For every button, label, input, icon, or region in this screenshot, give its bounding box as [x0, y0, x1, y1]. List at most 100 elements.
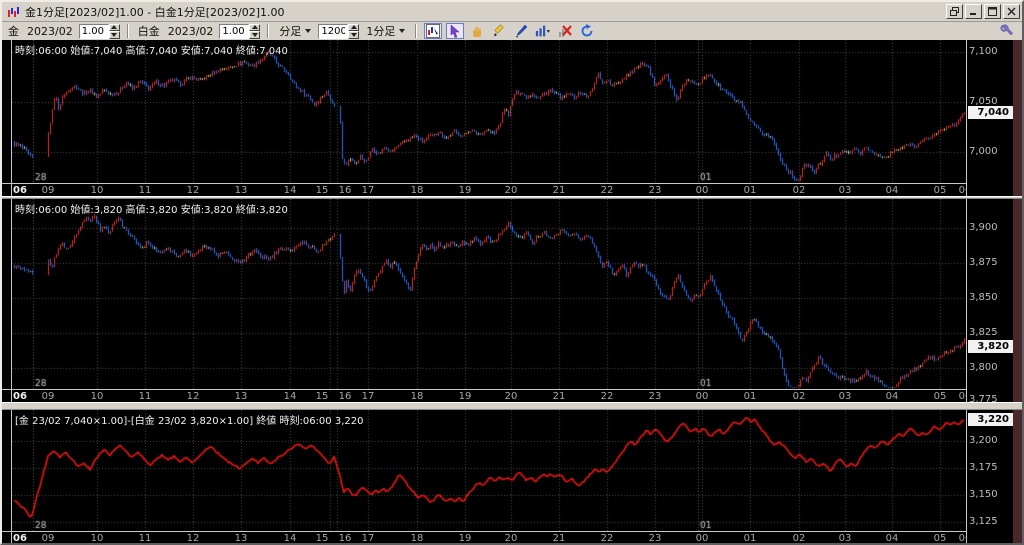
x-tick-label: 19 — [459, 533, 472, 543]
dropdown-caret-icon — [399, 29, 405, 33]
x-tick-label: 05 — [934, 533, 947, 543]
x-tick-label: 23 — [649, 391, 662, 402]
pencil-draw-icon — [492, 24, 506, 38]
y-tick-label: 3,150 — [969, 489, 1011, 500]
platinum-time-axis[interactable]: 0609101112131415161718192021222300010203… — [2, 389, 1022, 402]
app-icon — [7, 6, 21, 18]
up-arrow-icon — [351, 25, 357, 29]
x-tick-label: 14 — [284, 391, 297, 402]
up-arrow-icon — [111, 25, 117, 29]
x-tick-label: 06 — [13, 185, 27, 196]
platinum-price-axis[interactable]: 3,820 3,9003,8753,8503,8253,8003,775 — [966, 199, 1013, 402]
spread-time-axis[interactable]: 0609101112131415161718192021222300010203… — [2, 531, 1022, 543]
x-tick-label: 21 — [553, 391, 566, 402]
settings-wrench-icon — [1000, 24, 1014, 38]
gold-candle-chart[interactable] — [12, 40, 966, 183]
x-tick-label: 14 — [284, 533, 297, 543]
bar-interval-dropdown[interactable]: 1分足 — [363, 24, 408, 39]
select-arrow-button[interactable] — [446, 23, 464, 39]
x-tick-label: 15 — [316, 185, 329, 196]
app-window: 金1分足[2023/02]1.00 - 白金1分足[2023/02]1.00 — [0, 0, 1024, 545]
toolbar-separator — [267, 24, 269, 38]
bar-count-input[interactable] — [318, 24, 348, 39]
refresh-icon — [580, 24, 594, 38]
spread-line-chart[interactable] — [12, 410, 966, 531]
bar-chart-menu-icon — [535, 24, 551, 38]
new-window-button[interactable] — [946, 4, 963, 19]
x-tick-label: 18 — [411, 533, 424, 543]
down-arrow-icon — [351, 33, 357, 37]
down-arrow-icon — [111, 33, 117, 37]
x-tick-label: 20 — [505, 185, 518, 196]
plot-left-border — [11, 40, 12, 543]
bar-chart-menu-button[interactable] — [534, 23, 552, 39]
gold-ratio-input[interactable] — [79, 24, 109, 39]
x-tick-label: 12 — [187, 533, 200, 543]
bar-count-spinner — [318, 24, 359, 39]
x-tick-label: 22 — [601, 533, 614, 543]
x-tick-label: 00 — [696, 185, 709, 196]
close-button[interactable] — [1003, 4, 1020, 19]
x-tick-label: 11 — [139, 533, 152, 543]
platinum-ratio-input[interactable] — [219, 24, 249, 39]
restore-icon — [950, 7, 959, 16]
x-tick-label: 06 — [13, 391, 27, 402]
x-tick-label: 04 — [886, 533, 899, 543]
x-tick-label: 09 — [42, 185, 55, 196]
refresh-button[interactable] — [578, 23, 596, 39]
panel-splitter[interactable] — [2, 402, 1022, 410]
y-tick-label: 3,800 — [969, 362, 1011, 373]
x-tick-label: 00 — [696, 391, 709, 402]
platinum-ratio-down-button[interactable] — [249, 31, 260, 39]
x-tick-label: 10 — [91, 185, 104, 196]
x-tick-label: 04 — [886, 185, 899, 196]
pencil-draw-button[interactable] — [490, 23, 508, 39]
x-tick-label: 15 — [316, 391, 329, 402]
gold-time-axis[interactable]: 0609101112131415161718192021222300010203… — [2, 183, 1022, 196]
crosshair-chart-button[interactable] — [424, 23, 442, 39]
toolbar-separator — [415, 24, 417, 38]
bar-count-up-button[interactable] — [348, 24, 359, 32]
y-tick-label: 3,850 — [969, 292, 1011, 303]
spread-price-axis[interactable]: 3,220 3,2003,1753,1503,125 — [966, 410, 1013, 543]
x-tick-label: 16 — [339, 185, 352, 196]
panel-splitter[interactable] — [2, 196, 1022, 199]
platinum-candle-chart[interactable] — [12, 199, 966, 389]
title-bar[interactable]: 金1分足[2023/02]1.00 - 白金1分足[2023/02]1.00 — [2, 2, 1022, 22]
x-tick-label: 19 — [459, 185, 472, 196]
x-tick-label: 22 — [601, 391, 614, 402]
maximize-button[interactable] — [984, 4, 1001, 19]
pen-draw-button[interactable] — [512, 23, 530, 39]
y-tick-label: 3,175 — [969, 462, 1011, 473]
gold-ohlc-readout: 時刻:06:00 始値:7,040 高値:7,040 安値:7,040 終値:7… — [15, 42, 288, 57]
gold-price-axis[interactable]: 7,040 7,1007,0507,000 — [966, 40, 1013, 196]
close-icon — [1007, 7, 1016, 16]
gold-ratio-down-button[interactable] — [109, 31, 120, 39]
platinum-ratio-up-button[interactable] — [249, 24, 260, 32]
y-tick-label: 3,825 — [969, 327, 1011, 338]
minimize-button[interactable] — [965, 4, 982, 19]
hand-pan-button[interactable] — [468, 23, 486, 39]
x-tick-label: 21 — [553, 533, 566, 543]
x-tick-label: 05 — [934, 391, 947, 402]
crosshair-chart-icon — [426, 24, 440, 38]
pen-draw-icon — [514, 24, 528, 38]
bar-type-dropdown[interactable]: 分足 — [276, 24, 314, 39]
x-tick-label: 03 — [839, 185, 852, 196]
spread-formula-readout: [金 23/02 7,040×1.00]-[白金 23/02 3,820×1.0… — [15, 412, 363, 427]
delete-drawing-button[interactable] — [556, 23, 574, 39]
settings-wrench-button[interactable] — [998, 23, 1016, 39]
platinum-contract-month: 2023/02 — [166, 25, 216, 38]
platinum-ohlc-readout: 時刻:06:00 始値:3,820 高値:3,820 安値:3,820 終値:3… — [15, 201, 288, 216]
bar-count-down-button[interactable] — [348, 31, 359, 39]
x-tick-label: 04 — [886, 391, 899, 402]
gold-ratio-up-button[interactable] — [109, 24, 120, 32]
x-tick-label: 13 — [235, 185, 248, 196]
platinum-candle-panel: 時刻:06:00 始値:3,820 高値:3,820 安値:3,820 終値:3… — [2, 199, 1022, 402]
x-tick-label: 02 — [793, 533, 806, 543]
x-tick-label: 23 — [649, 185, 662, 196]
x-tick-label: 13 — [235, 533, 248, 543]
x-tick-label: 03 — [839, 533, 852, 543]
x-tick-label: 16 — [339, 391, 352, 402]
platinum-symbol-label: 白金 — [136, 23, 162, 39]
